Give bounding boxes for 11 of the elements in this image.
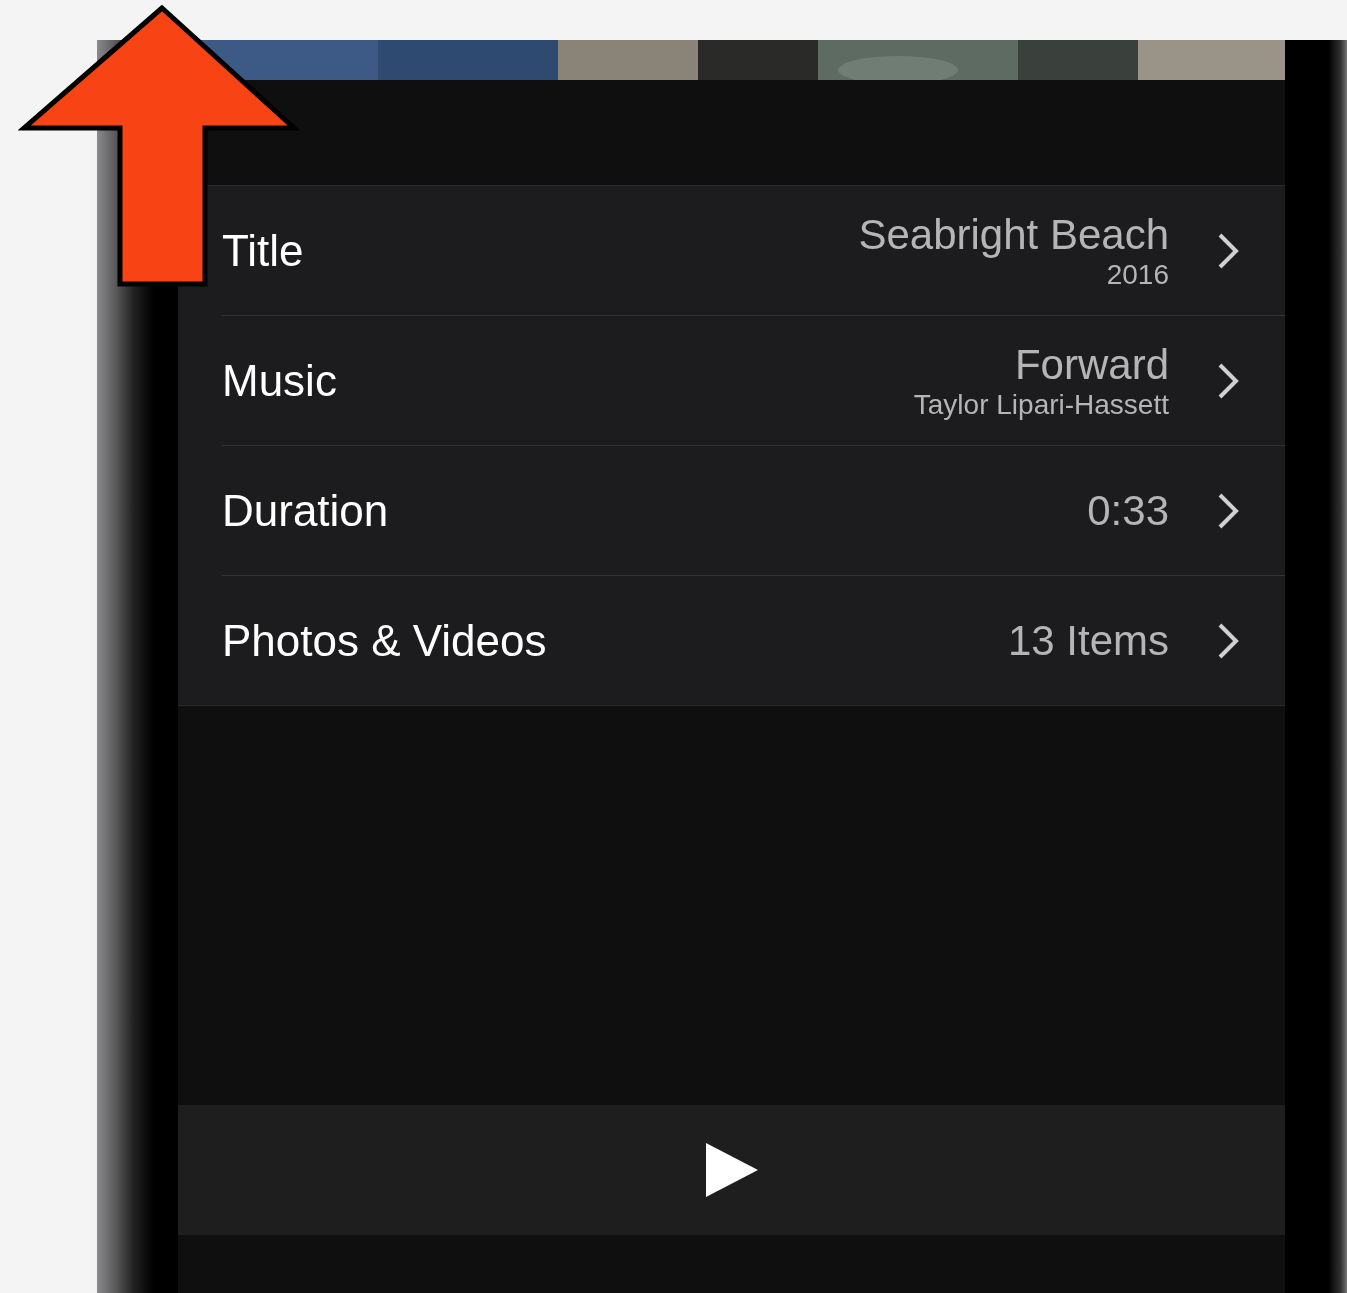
row-label: Title [222,225,305,276]
row-value: 0:33 [1087,486,1169,535]
row-label: Duration [222,485,390,536]
row-label: Music [222,355,338,406]
row-label: Photos & Videos [222,615,548,666]
row-value: 13 Items [1007,616,1169,665]
row-value: Forward [1014,340,1169,389]
play-icon[interactable] [703,1141,760,1199]
row-detail: 2016 [1106,258,1169,291]
row-value: Seabright Beach [858,210,1169,259]
row-detail: Taylor Lipari-Hassett [913,388,1169,421]
